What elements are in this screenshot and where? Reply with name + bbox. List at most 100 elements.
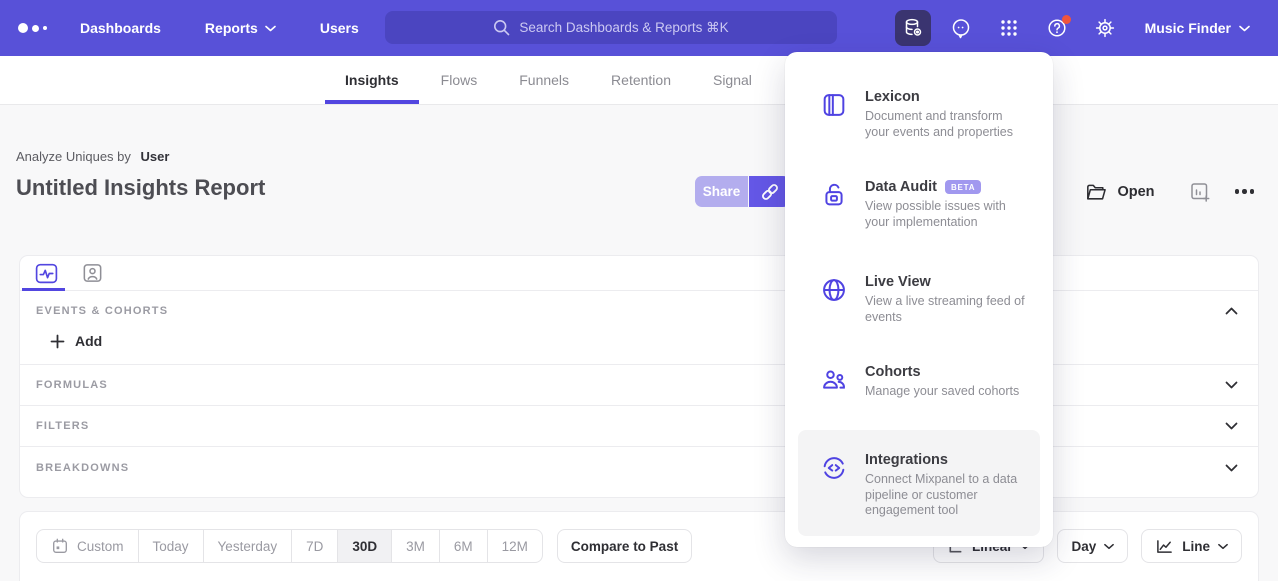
database-gear-icon: [902, 17, 924, 39]
menu-item-title: Live View: [865, 274, 1030, 290]
nav-reports[interactable]: Reports: [205, 20, 276, 36]
metrics-mode-tab[interactable]: [34, 256, 59, 291]
speech-bubble-icon: [950, 17, 972, 39]
line-chart-icon: [1155, 538, 1174, 555]
menu-item-data-audit[interactable]: Data Audit BETA View possible issues wit…: [798, 169, 1040, 240]
analyze-prefix: Analyze Uniques by: [16, 149, 131, 164]
help-button[interactable]: [1039, 10, 1075, 46]
menu-item-desc: Connect Mixpanel to a data pipeline or c…: [865, 472, 1030, 519]
project-switcher[interactable]: Music Finder: [1145, 20, 1250, 36]
apps-grid-button[interactable]: [991, 10, 1027, 46]
gear-icon: [1094, 17, 1116, 39]
menu-item-desc: View possible issues with your implement…: [865, 199, 1030, 230]
interval-dropdown[interactable]: Day: [1057, 529, 1128, 563]
date-range-segmented-control: Custom Today Yesterday 7D 30D 3M 6M 12M: [36, 529, 543, 563]
search-placeholder: Search Dashboards & Reports ⌘K: [519, 20, 728, 36]
range-30d[interactable]: 30D: [337, 530, 391, 562]
menu-item-lexicon[interactable]: Lexicon Document and transform your even…: [798, 79, 1040, 150]
menu-item-desc: View a live streaming feed of events: [865, 294, 1030, 325]
plus-icon: [50, 334, 65, 349]
search-icon: [493, 19, 510, 36]
pulse-chart-icon: [34, 262, 59, 285]
data-management-dropdown-menu: Lexicon Document and transform your even…: [785, 52, 1053, 547]
range-today[interactable]: Today: [138, 530, 203, 562]
chart-plus-icon: [1189, 181, 1211, 203]
add-to-dashboard-button[interactable]: [1189, 181, 1211, 203]
menu-item-cohorts[interactable]: Cohorts Manage your saved cohorts: [798, 354, 1040, 410]
nav-dashboards[interactable]: Dashboards: [80, 20, 161, 36]
formulas-section-header[interactable]: FORMULAS: [20, 365, 1258, 406]
data-management-button[interactable]: [895, 10, 931, 46]
interval-label: Day: [1071, 539, 1096, 554]
range-6m[interactable]: 6M: [439, 530, 487, 562]
chevron-down-icon: [1225, 381, 1238, 389]
topbar-right-group: Music Finder: [895, 0, 1250, 56]
grid-dots-icon: [999, 18, 1019, 38]
chevron-down-icon: [1104, 543, 1114, 550]
global-search-input[interactable]: Search Dashboards & Reports ⌘K: [385, 11, 837, 44]
query-builder-card: EVENTS & COHORTS Add FORMULAS FILTERS BR…: [20, 256, 1258, 497]
report-type-tabs: Insights Flows Funnels Retention Signal …: [0, 56, 1278, 105]
add-event-button[interactable]: Add: [20, 317, 1258, 349]
menu-item-integrations[interactable]: Integrations Connect Mixpanel to a data …: [798, 430, 1040, 536]
tab-funnels[interactable]: Funnels: [519, 56, 569, 104]
analyze-uniques-line: Analyze Uniques by User: [16, 149, 169, 164]
range-3m[interactable]: 3M: [391, 530, 439, 562]
open-report-button[interactable]: Open: [1085, 182, 1154, 202]
lexicon-book-icon: [820, 89, 848, 140]
person-icon: [81, 262, 104, 284]
sync-arrows-icon: [820, 452, 848, 526]
calendar-icon: [51, 537, 69, 555]
tab-insights[interactable]: Insights: [345, 56, 399, 104]
data-audit-lock-icon: [820, 179, 848, 230]
menu-item-title: Integrations: [865, 452, 1030, 468]
filters-label: FILTERS: [36, 420, 89, 432]
range-7d[interactable]: 7D: [291, 530, 337, 562]
share-button[interactable]: Share: [695, 176, 748, 207]
menu-item-title: Data Audit BETA: [865, 179, 1030, 195]
menu-item-desc: Document and transform your events and p…: [865, 109, 1030, 140]
primary-nav: Dashboards Reports Users: [80, 20, 359, 36]
collapse-events-button[interactable]: [1225, 307, 1238, 315]
events-cohorts-section: EVENTS & COHORTS Add: [20, 291, 1258, 365]
chart-type-label: Line: [1182, 539, 1210, 554]
events-cohorts-label: EVENTS & COHORTS: [36, 305, 168, 317]
nav-users[interactable]: Users: [320, 20, 359, 36]
range-custom[interactable]: Custom: [37, 530, 138, 562]
formulas-label: FORMULAS: [36, 379, 108, 391]
chevron-down-icon: [1218, 543, 1228, 550]
menu-item-live-view[interactable]: Live View View a live streaming feed of …: [798, 264, 1040, 335]
query-mode-tabs: [20, 256, 1258, 291]
breakdowns-section-header[interactable]: BREAKDOWNS: [20, 447, 1258, 488]
link-icon: [759, 181, 781, 203]
folder-open-icon: [1085, 182, 1107, 202]
analyze-entity-selector[interactable]: User: [141, 149, 170, 164]
tab-signal[interactable]: Signal: [713, 56, 752, 104]
range-custom-label: Custom: [77, 539, 124, 554]
settings-button[interactable]: [1087, 10, 1123, 46]
menu-item-desc: Manage your saved cohorts: [865, 384, 1019, 400]
tab-retention[interactable]: Retention: [611, 56, 671, 104]
range-yesterday[interactable]: Yesterday: [203, 530, 292, 562]
beta-badge: BETA: [945, 180, 981, 194]
users-mode-tab[interactable]: [81, 256, 104, 291]
people-icon: [820, 364, 848, 400]
range-12m[interactable]: 12M: [487, 530, 542, 562]
compare-to-past-button[interactable]: Compare to Past: [557, 529, 692, 563]
more-options-button[interactable]: [1235, 189, 1255, 194]
copy-link-button[interactable]: [749, 176, 790, 207]
tab-flows[interactable]: Flows: [441, 56, 478, 104]
chevron-down-icon: [1225, 464, 1238, 472]
top-navigation-bar: Dashboards Reports Users Search Dashboar…: [0, 0, 1278, 56]
filters-section-header[interactable]: FILTERS: [20, 406, 1258, 447]
chart-toolbar-card: Custom Today Yesterday 7D 30D 3M 6M 12M …: [20, 512, 1258, 581]
add-label: Add: [75, 333, 102, 349]
project-name: Music Finder: [1145, 20, 1231, 36]
insights-page: Analyze Uniques by User Untitled Insight…: [0, 105, 1278, 581]
feedback-button[interactable]: [943, 10, 979, 46]
page-title[interactable]: Untitled Insights Report: [16, 175, 265, 201]
menu-item-title: Cohorts: [865, 364, 1019, 380]
chart-type-dropdown[interactable]: Line: [1141, 529, 1242, 563]
chevron-up-icon: [1225, 307, 1238, 315]
mixpanel-logo[interactable]: [18, 0, 47, 56]
